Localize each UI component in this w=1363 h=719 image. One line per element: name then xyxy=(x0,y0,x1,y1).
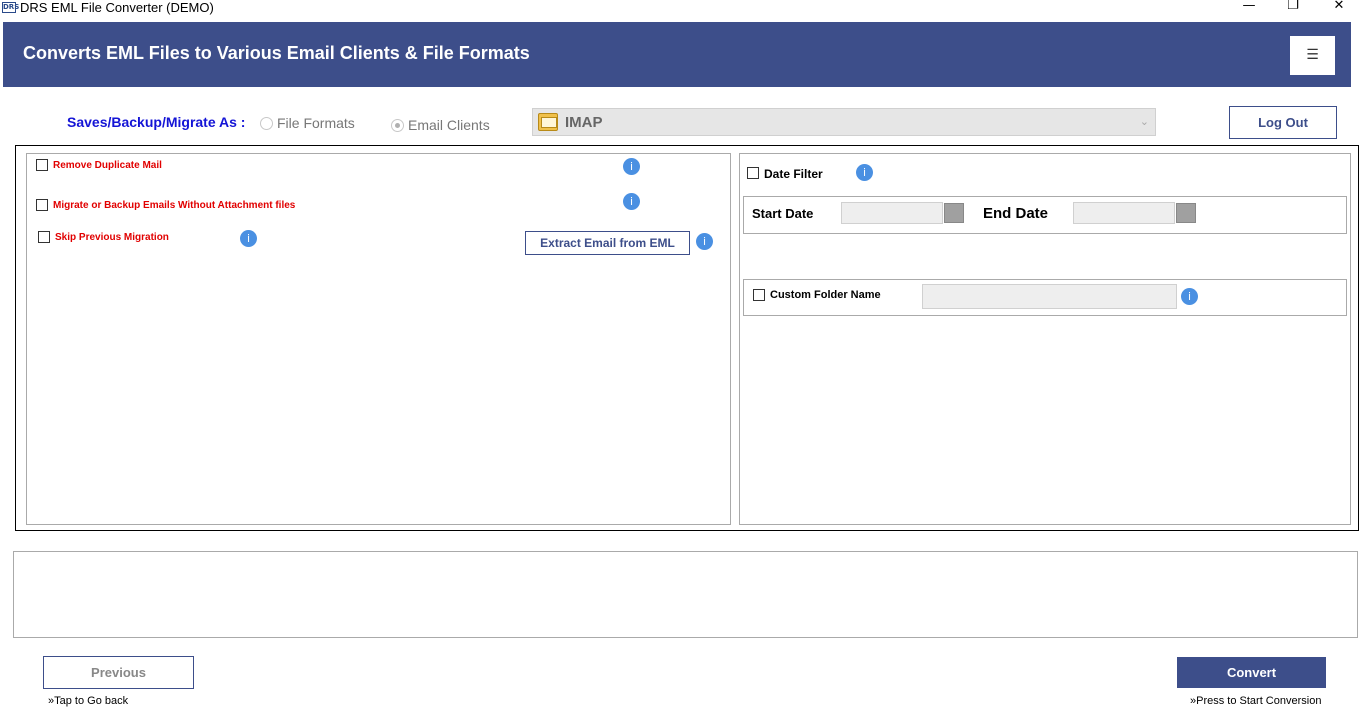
start-date-input[interactable] xyxy=(841,202,943,224)
app-logo-icon: DRS xyxy=(2,2,20,13)
radio-file-formats[interactable]: File Formats xyxy=(260,115,355,131)
info-icon[interactable]: i xyxy=(623,193,640,210)
radio-email-clients[interactable]: Email Clients xyxy=(391,117,490,133)
end-date-label: End Date xyxy=(983,205,1049,222)
minimize-icon[interactable]: — xyxy=(1226,0,1272,14)
info-icon[interactable]: i xyxy=(696,233,713,250)
remove-duplicate-label: Remove Duplicate Mail xyxy=(53,160,162,171)
remove-duplicate-checkbox[interactable] xyxy=(36,159,48,171)
end-date-calendar-icon[interactable] xyxy=(1176,203,1196,223)
previous-button[interactable]: Previous xyxy=(43,656,194,689)
info-icon[interactable]: i xyxy=(623,158,640,175)
previous-hint: »Tap to Go back xyxy=(48,695,129,707)
window-title: DRS EML File Converter (DEMO) xyxy=(20,0,214,15)
logout-button[interactable]: Log Out xyxy=(1229,106,1337,139)
saves-as-label: Saves/Backup/Migrate As : xyxy=(67,114,246,130)
info-icon[interactable]: i xyxy=(1181,288,1198,305)
chevron-down-icon[interactable]: ⌄ xyxy=(1140,115,1149,128)
date-filter-label: Date Filter xyxy=(764,167,823,181)
custom-folder-label: Custom Folder Name xyxy=(770,289,881,301)
imap-mail-icon xyxy=(538,113,558,131)
hamburger-menu-icon[interactable]: ☰ xyxy=(1290,36,1335,75)
radio-circle[interactable] xyxy=(260,116,273,130)
info-icon[interactable]: i xyxy=(240,230,257,247)
email-client-select[interactable]: IMAP ⌄ xyxy=(532,108,1156,136)
page-title: Converts EML Files to Various Email Clie… xyxy=(23,43,530,63)
date-filter-checkbox[interactable] xyxy=(747,167,759,179)
skip-previous-label: Skip Previous Migration xyxy=(55,232,169,243)
convert-button[interactable]: Convert xyxy=(1177,657,1326,688)
radio-email-clients-label: Email Clients xyxy=(408,117,490,133)
without-attachment-label: Migrate or Backup Emails Without Attachm… xyxy=(53,200,296,211)
status-log-area xyxy=(13,551,1358,638)
start-date-label: Start Date xyxy=(752,206,814,221)
extract-email-button[interactable]: Extract Email from EML xyxy=(525,231,690,255)
convert-hint: »Press to Start Conversion xyxy=(1190,695,1322,707)
close-icon[interactable]: ✕ xyxy=(1316,0,1362,14)
info-icon[interactable]: i xyxy=(856,164,873,181)
restore-icon[interactable]: ❐ xyxy=(1270,0,1316,14)
email-client-select-value: IMAP xyxy=(565,114,603,131)
skip-previous-checkbox[interactable] xyxy=(38,231,50,243)
end-date-input[interactable] xyxy=(1073,202,1175,224)
custom-folder-checkbox[interactable] xyxy=(753,289,765,301)
header-banner: Converts EML Files to Various Email Clie… xyxy=(3,22,1351,87)
start-date-calendar-icon[interactable] xyxy=(944,203,964,223)
custom-folder-input[interactable] xyxy=(922,284,1177,309)
title-bar: DRS DRS EML File Converter (DEMO) — ❐ ✕ xyxy=(0,0,1363,18)
radio-file-formats-label: File Formats xyxy=(277,115,355,131)
without-attachment-checkbox[interactable] xyxy=(36,199,48,211)
radio-circle-checked[interactable] xyxy=(391,118,404,132)
